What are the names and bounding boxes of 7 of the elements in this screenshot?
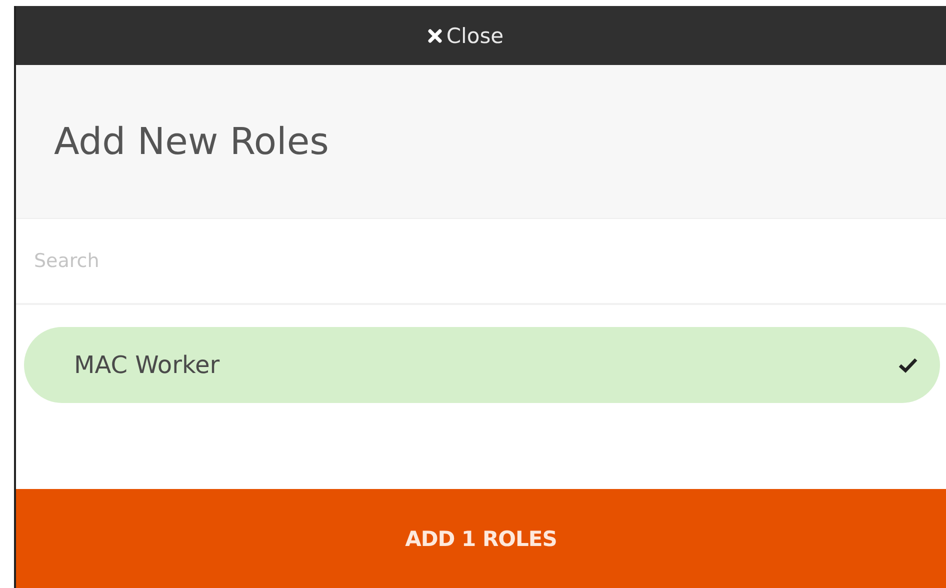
close-icon <box>428 28 442 42</box>
dialog-title: Add New Roles <box>54 120 329 163</box>
check-icon <box>898 357 918 373</box>
role-item[interactable]: MAC Worker <box>24 327 940 403</box>
search-field[interactable]: Search <box>34 246 914 276</box>
role-label: MAC Worker <box>74 351 220 379</box>
close-button[interactable]: Close <box>424 24 508 48</box>
